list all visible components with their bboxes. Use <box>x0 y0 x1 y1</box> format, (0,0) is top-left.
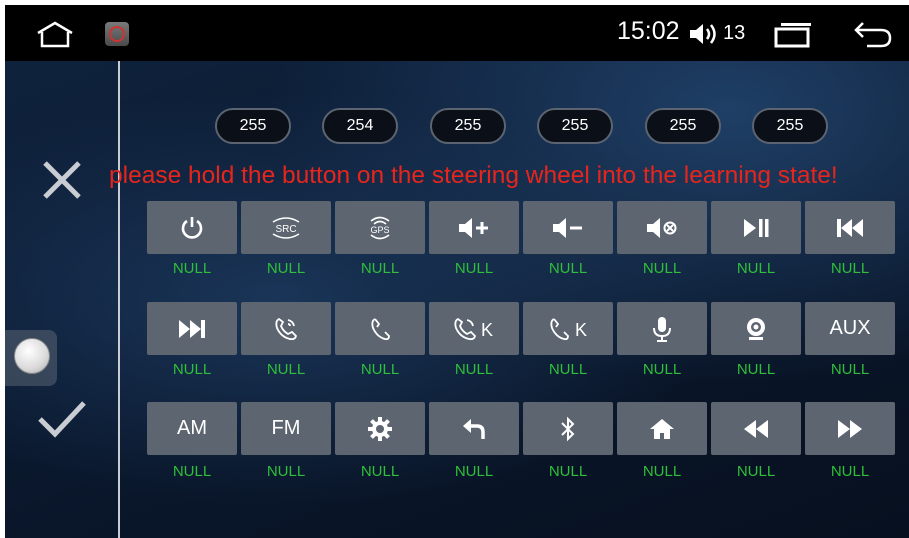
key-rewind[interactable] <box>711 402 801 455</box>
key-aux[interactable]: AUX <box>805 302 895 355</box>
bluetooth-icon <box>561 416 575 441</box>
key-play-pause[interactable] <box>711 201 801 254</box>
hangup-k-icon: K <box>550 317 587 340</box>
key-label: NULL <box>172 463 212 480</box>
gps-icon: GPS <box>370 216 390 239</box>
recent-apps-icon[interactable] <box>773 22 813 48</box>
key-label: NULL <box>360 463 400 480</box>
clock: 15:02 <box>617 17 680 45</box>
key-call-answer[interactable] <box>241 302 331 355</box>
status-bar: 15:02 13 <box>5 5 909 61</box>
key-label: NULL <box>454 361 494 378</box>
key-call-k[interactable]: K <box>429 302 519 355</box>
aux-text: AUX <box>829 317 871 339</box>
key-volume-down[interactable] <box>523 201 613 254</box>
return-icon <box>463 418 485 439</box>
key-label: NULL <box>360 260 400 277</box>
key-camera[interactable] <box>711 302 801 355</box>
key-label: NULL <box>360 361 400 378</box>
key-fast-forward[interactable] <box>805 402 895 455</box>
key-next[interactable] <box>147 302 237 355</box>
app-steering-icon[interactable] <box>105 22 129 46</box>
key-label: NULL <box>172 361 212 378</box>
fm-text: FM <box>271 417 301 439</box>
gps-text: GPS <box>370 225 389 235</box>
src-icon: SRC <box>272 216 300 239</box>
key-previous[interactable] <box>805 201 895 254</box>
key-label: NULL <box>642 463 682 480</box>
key-label: NULL <box>736 463 776 480</box>
volume-icon[interactable] <box>688 21 718 47</box>
key-label: NULL <box>172 260 212 277</box>
home-icon[interactable] <box>35 19 75 49</box>
rewind-icon <box>744 419 768 438</box>
key-label: NULL <box>736 260 776 277</box>
key-mute[interactable] <box>617 201 707 254</box>
call-k-icon: K <box>454 317 493 340</box>
fast-forward-icon <box>838 419 862 438</box>
key-src[interactable]: SRC <box>241 201 331 254</box>
key-label: NULL <box>830 463 870 480</box>
microphone-icon <box>653 316 671 342</box>
key-label: NULL <box>548 361 588 378</box>
check-icon[interactable] <box>37 399 87 439</box>
key-microphone[interactable] <box>617 302 707 355</box>
mute-icon <box>647 217 677 238</box>
play-pause-icon <box>744 218 769 237</box>
key-fm[interactable]: FM <box>241 402 331 455</box>
camera-icon <box>747 317 765 340</box>
code-pill: 255 <box>537 108 613 144</box>
key-gps[interactable]: GPS <box>335 201 425 254</box>
left-panel <box>5 61 118 538</box>
next-track-icon <box>179 319 205 338</box>
back-icon[interactable] <box>853 19 893 49</box>
home-icon <box>650 418 674 439</box>
key-label: NULL <box>454 463 494 480</box>
code-pill: 255 <box>645 108 721 144</box>
code-pill: 254 <box>322 108 398 144</box>
key-settings[interactable] <box>335 402 425 455</box>
key-volume-up[interactable] <box>429 201 519 254</box>
key-power[interactable] <box>147 201 237 254</box>
panel-divider <box>118 61 120 538</box>
volume-down-icon <box>553 217 582 238</box>
call-k-text: K <box>481 320 493 340</box>
toggle-knob[interactable] <box>14 338 50 374</box>
settings-gear-icon <box>368 416 392 441</box>
power-icon <box>181 216 203 239</box>
close-icon[interactable] <box>41 159 83 201</box>
instruction-text: please hold the button on the steering w… <box>109 162 838 189</box>
call-answer-icon <box>275 317 297 340</box>
key-return[interactable] <box>429 402 519 455</box>
key-label: NULL <box>830 260 870 277</box>
key-label: NULL <box>548 463 588 480</box>
volume-level: 13 <box>723 22 746 44</box>
key-hangup-k[interactable]: K <box>523 302 613 355</box>
call-hangup-icon <box>371 317 390 340</box>
key-label: NULL <box>736 361 776 378</box>
code-pill: 255 <box>752 108 828 144</box>
code-pill: 255 <box>430 108 506 144</box>
key-label: NULL <box>548 260 588 277</box>
key-label: NULL <box>266 260 306 277</box>
key-label: NULL <box>266 463 306 480</box>
code-pill: 255 <box>215 108 291 144</box>
screen: 15:02 13 255 254 255 255 255 255 please … <box>5 5 909 538</box>
key-label: NULL <box>642 361 682 378</box>
key-bluetooth[interactable] <box>523 402 613 455</box>
key-am[interactable]: AM <box>147 402 237 455</box>
key-codes: 255 254 255 255 255 255 <box>215 108 855 148</box>
am-text: AM <box>177 417 207 439</box>
key-label: NULL <box>454 260 494 277</box>
volume-up-icon <box>459 217 488 238</box>
key-label: NULL <box>830 361 870 378</box>
hangup-k-text: K <box>575 320 587 340</box>
key-home[interactable] <box>617 402 707 455</box>
src-text: SRC <box>275 224 296 235</box>
key-label: NULL <box>266 361 306 378</box>
key-call-hangup[interactable] <box>335 302 425 355</box>
previous-track-icon <box>837 218 863 237</box>
key-label: NULL <box>642 260 682 277</box>
